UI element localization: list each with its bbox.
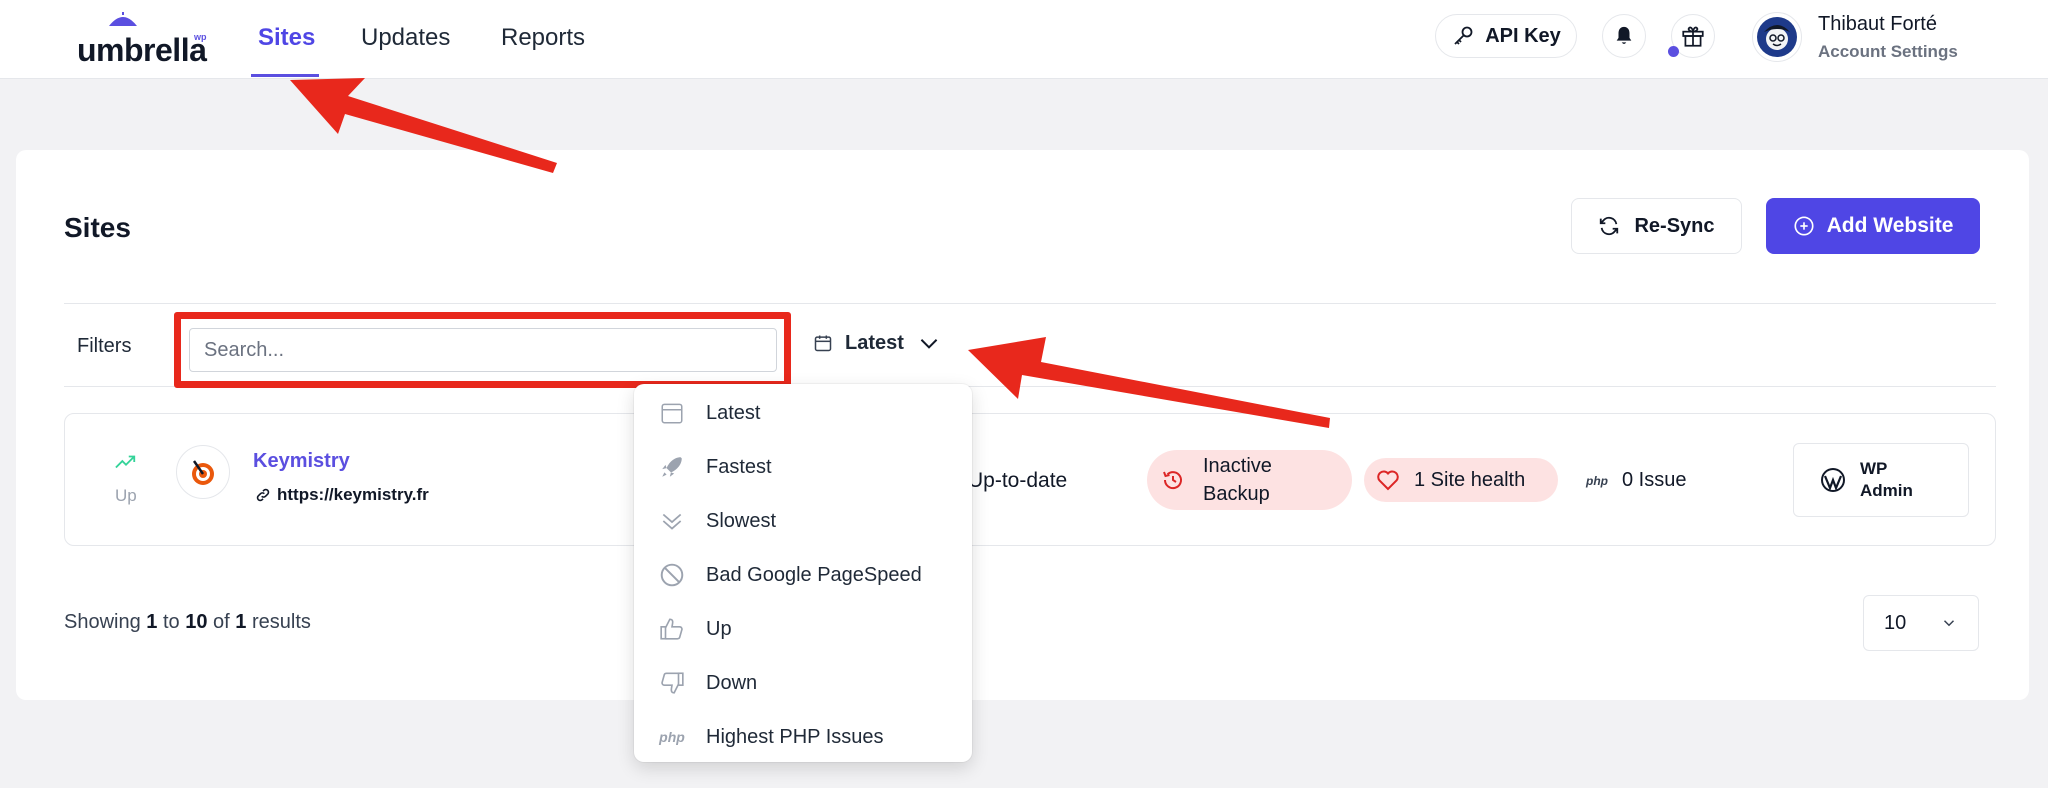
account-settings-link[interactable]: Account Settings xyxy=(1818,42,1958,62)
sort-option-slowest[interactable]: Slowest xyxy=(634,498,972,544)
ban-icon xyxy=(658,561,686,589)
site-url[interactable]: https://keymistry.fr xyxy=(255,485,429,505)
per-page-value: 10 xyxy=(1884,611,1907,634)
php-issue-text: 0 Issue xyxy=(1622,469,1687,491)
calendar-icon xyxy=(658,399,686,427)
add-website-label: Add Website xyxy=(1826,214,1954,237)
user-avatar-icon xyxy=(1757,17,1797,57)
php-icon: php xyxy=(659,729,685,745)
nav-tab-reports[interactable]: Reports xyxy=(501,24,585,52)
site-name-link[interactable]: Keymistry xyxy=(253,450,350,473)
chevrons-down-icon xyxy=(658,507,686,535)
add-website-button[interactable]: Add Website xyxy=(1766,198,1980,254)
resync-label: Re-Sync xyxy=(1634,214,1715,237)
showing-to: 10 xyxy=(185,611,208,633)
showing-to-word: to xyxy=(162,611,180,633)
top-navigation-bar: umbrella wp Sites Updates Reports API Ke… xyxy=(0,0,2048,79)
chevron-down-icon xyxy=(1943,620,1955,627)
key-icon xyxy=(1454,26,1473,45)
nav-tab-updates[interactable]: Updates xyxy=(361,24,450,52)
backup-status-badge[interactable]: Inactive Backup xyxy=(1147,450,1352,510)
site-logo xyxy=(176,445,230,499)
showing-total: 1 xyxy=(235,611,247,633)
sort-dropdown-button[interactable]: Latest xyxy=(813,330,942,356)
per-page-select[interactable]: 10 xyxy=(1863,595,1979,651)
wp-admin-button[interactable]: WP Admin xyxy=(1793,443,1969,517)
search-input[interactable] xyxy=(189,328,777,372)
plus-circle-icon xyxy=(1794,216,1814,236)
trending-up-icon xyxy=(115,455,136,469)
sort-label: Latest xyxy=(845,331,904,354)
sort-option-label: Fastest xyxy=(706,455,772,478)
sort-option-latest[interactable]: Latest xyxy=(634,390,972,436)
refresh-icon xyxy=(1600,216,1619,236)
sort-option-label: Down xyxy=(706,671,758,694)
filters-label: Filters xyxy=(77,335,132,357)
site-health-text: 1 Site health xyxy=(1414,468,1526,491)
php-issues: php 0 Issue xyxy=(1586,469,1686,492)
user-name: Thibaut Forté xyxy=(1818,13,1937,35)
sort-option-bad-pagespeed[interactable]: Bad Google PageSpeed xyxy=(634,552,972,598)
backup-status-text: Inactive Backup xyxy=(1203,455,1272,505)
showing-from: 1 xyxy=(146,611,158,633)
wp-admin-label: WP Admin xyxy=(1860,459,1913,500)
nav-tab-sites[interactable]: Sites xyxy=(258,24,315,52)
sort-option-fastest[interactable]: Fastest xyxy=(634,444,972,490)
sort-option-label: Slowest xyxy=(706,509,777,532)
sort-option-up[interactable]: Up xyxy=(634,606,972,652)
php-icon: php xyxy=(1586,473,1608,488)
status-text: Up xyxy=(115,486,137,505)
search-highlight-box xyxy=(174,312,791,388)
thumbs-down-icon xyxy=(658,669,686,697)
sort-option-label: Bad Google PageSpeed xyxy=(706,563,922,586)
logo-badge: wp xyxy=(194,32,207,42)
heart-icon xyxy=(1377,470,1399,491)
notification-dot xyxy=(1668,46,1679,57)
active-tab-indicator xyxy=(251,74,319,77)
thumbs-up-icon xyxy=(658,615,686,643)
avatar[interactable] xyxy=(1752,12,1802,62)
logo-text: umbrella xyxy=(77,32,207,68)
rocket-icon xyxy=(658,453,686,481)
gift-icon xyxy=(1682,26,1704,47)
link-icon xyxy=(256,488,270,502)
api-key-label: API Key xyxy=(1485,24,1561,47)
site-health-badge[interactable]: 1 Site health xyxy=(1364,458,1558,502)
divider xyxy=(64,303,1996,304)
history-icon xyxy=(1163,471,1182,490)
bell-icon xyxy=(1616,26,1632,45)
table-row[interactable]: Up Keymistry https://keymistry.fr Up-to-… xyxy=(64,413,1996,546)
wordpress-icon xyxy=(1821,468,1845,492)
sites-card: Sites Re-Sync Add Website Filters Late xyxy=(16,150,2029,700)
sort-option-php-issues[interactable]: php Highest PHP Issues xyxy=(634,714,972,760)
site-url-text: https://keymistry.fr xyxy=(277,485,429,504)
showing-of-word: of xyxy=(213,611,230,633)
notifications-button[interactable] xyxy=(1602,14,1646,58)
sort-dropdown-menu: Latest Fastest Slowest Bad Google PageSp… xyxy=(634,384,972,762)
pagination-summary: Showing 1 to 10 of 1 results xyxy=(64,611,311,634)
updates-status: Up-to-date xyxy=(968,469,1068,492)
api-key-button[interactable]: API Key xyxy=(1435,14,1577,58)
sort-option-label: Highest PHP Issues xyxy=(706,725,884,748)
sort-option-down[interactable]: Down xyxy=(634,660,972,706)
sort-option-label: Up xyxy=(706,617,732,640)
resync-button[interactable]: Re-Sync xyxy=(1571,198,1742,254)
umbrella-icon xyxy=(109,12,137,26)
showing-prefix: Showing xyxy=(64,611,141,633)
showing-results-word: results xyxy=(251,611,311,633)
sort-option-label: Latest xyxy=(706,401,761,424)
umbrella-logo[interactable]: umbrella wp xyxy=(77,12,209,68)
target-icon xyxy=(192,460,214,485)
chevron-down-icon xyxy=(920,339,938,349)
page-title: Sites xyxy=(64,212,131,243)
calendar-icon xyxy=(814,335,832,352)
